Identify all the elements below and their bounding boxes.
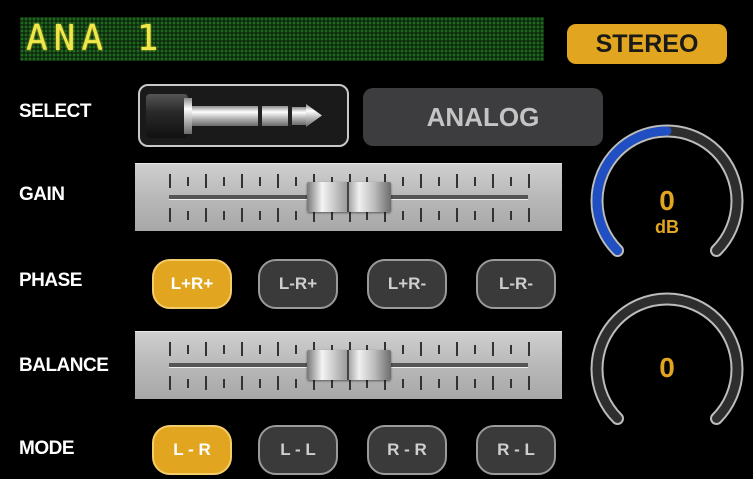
slider-tick — [402, 211, 405, 220]
balance-knob[interactable]: 0 — [587, 289, 747, 449]
slider-tick — [204, 342, 207, 356]
mode-option-r-l[interactable]: R - L — [476, 425, 556, 475]
slider-tick — [402, 177, 405, 186]
slider-tick — [258, 177, 261, 186]
jack-plug-icon — [146, 94, 322, 138]
slider-tick — [240, 208, 243, 222]
slider-tick — [510, 177, 513, 186]
source-analog-button[interactable]: ANALOG — [363, 88, 603, 146]
balance-slider[interactable] — [135, 331, 562, 399]
slider-tick — [474, 345, 477, 354]
slider-tick — [528, 342, 530, 356]
slider-tick — [204, 174, 207, 188]
slider-tick — [420, 376, 423, 390]
mode-option-l-l[interactable]: L - L — [258, 425, 338, 475]
slider-tick — [258, 345, 261, 354]
balance-knob-value: 0 — [659, 352, 675, 383]
stereo-button[interactable]: STEREO — [567, 24, 727, 64]
slider-tick — [276, 376, 279, 390]
slider-tick — [492, 208, 495, 222]
slider-tick — [222, 345, 225, 354]
slider-tick — [420, 342, 423, 356]
slider-tick — [492, 174, 495, 188]
slider-tick — [492, 342, 495, 356]
slider-tick — [510, 345, 513, 354]
mode-option-l-r[interactable]: L - R — [152, 425, 232, 475]
gain-slider[interactable] — [135, 163, 562, 231]
gain-knob-value: 0 — [659, 185, 675, 216]
slider-tick — [222, 177, 225, 186]
phase-label: PHASE — [19, 270, 82, 291]
slider-tick — [222, 379, 225, 388]
slider-tick — [438, 345, 441, 354]
slider-tick — [474, 379, 477, 388]
slider-tick — [204, 208, 207, 222]
slider-tick — [330, 379, 333, 388]
slider-tick — [276, 342, 279, 356]
gain-knob-unit: dB — [655, 217, 679, 237]
gain-slider-thumb[interactable] — [306, 182, 391, 212]
slider-tick — [330, 211, 333, 220]
slider-tick — [186, 345, 189, 354]
gain-knob[interactable]: 0 dB — [587, 121, 747, 281]
slider-tick — [240, 174, 243, 188]
slider-tick — [366, 211, 369, 220]
led-display: ANA 1 — [20, 17, 544, 61]
slider-tick — [204, 376, 207, 390]
slider-tick — [402, 345, 405, 354]
gain-label: GAIN — [19, 184, 65, 205]
slider-tick — [222, 211, 225, 220]
slider-tick — [420, 208, 423, 222]
slider-tick — [258, 379, 261, 388]
slider-tick — [438, 211, 441, 220]
slider-tick — [258, 211, 261, 220]
slider-tick — [510, 379, 513, 388]
slider-tick — [492, 376, 495, 390]
slider-tick — [438, 177, 441, 186]
slider-tick — [294, 211, 297, 220]
phase-option-lplus-rminus[interactable]: L+R- — [367, 259, 447, 309]
slider-tick — [474, 211, 477, 220]
slider-tick — [240, 342, 243, 356]
slider-tick — [294, 345, 297, 354]
slider-tick — [528, 208, 530, 222]
slider-tick — [294, 379, 297, 388]
jack-select-button[interactable] — [138, 84, 349, 147]
slider-tick — [186, 211, 189, 220]
slider-tick — [240, 376, 243, 390]
slider-tick — [456, 208, 459, 222]
slider-tick — [528, 376, 530, 390]
slider-tick — [438, 379, 441, 388]
slider-tick — [510, 211, 513, 220]
mode-option-r-r[interactable]: R - R — [367, 425, 447, 475]
slider-tick — [169, 342, 171, 356]
slider-tick — [474, 177, 477, 186]
balance-slider-thumb[interactable] — [306, 350, 391, 380]
mode-label: MODE — [19, 438, 75, 459]
slider-tick — [456, 376, 459, 390]
led-display-text: ANA 1 — [26, 18, 165, 59]
slider-tick — [366, 379, 369, 388]
slider-tick — [169, 376, 171, 390]
phase-option-lplus-rplus[interactable]: L+R+ — [152, 259, 232, 309]
balance-label: BALANCE — [19, 355, 109, 376]
slider-tick — [294, 177, 297, 186]
slider-tick — [402, 379, 405, 388]
slider-tick — [456, 174, 459, 188]
slider-tick — [456, 342, 459, 356]
slider-tick — [169, 174, 171, 188]
slider-tick — [169, 208, 171, 222]
phase-option-lminus-rminus[interactable]: L-R- — [476, 259, 556, 309]
select-label: SELECT — [19, 101, 91, 122]
phase-option-lminus-rplus[interactable]: L-R+ — [258, 259, 338, 309]
slider-tick — [276, 174, 279, 188]
slider-tick — [528, 174, 530, 188]
slider-tick — [276, 208, 279, 222]
slider-tick — [186, 177, 189, 186]
slider-tick — [186, 379, 189, 388]
slider-tick — [420, 174, 423, 188]
